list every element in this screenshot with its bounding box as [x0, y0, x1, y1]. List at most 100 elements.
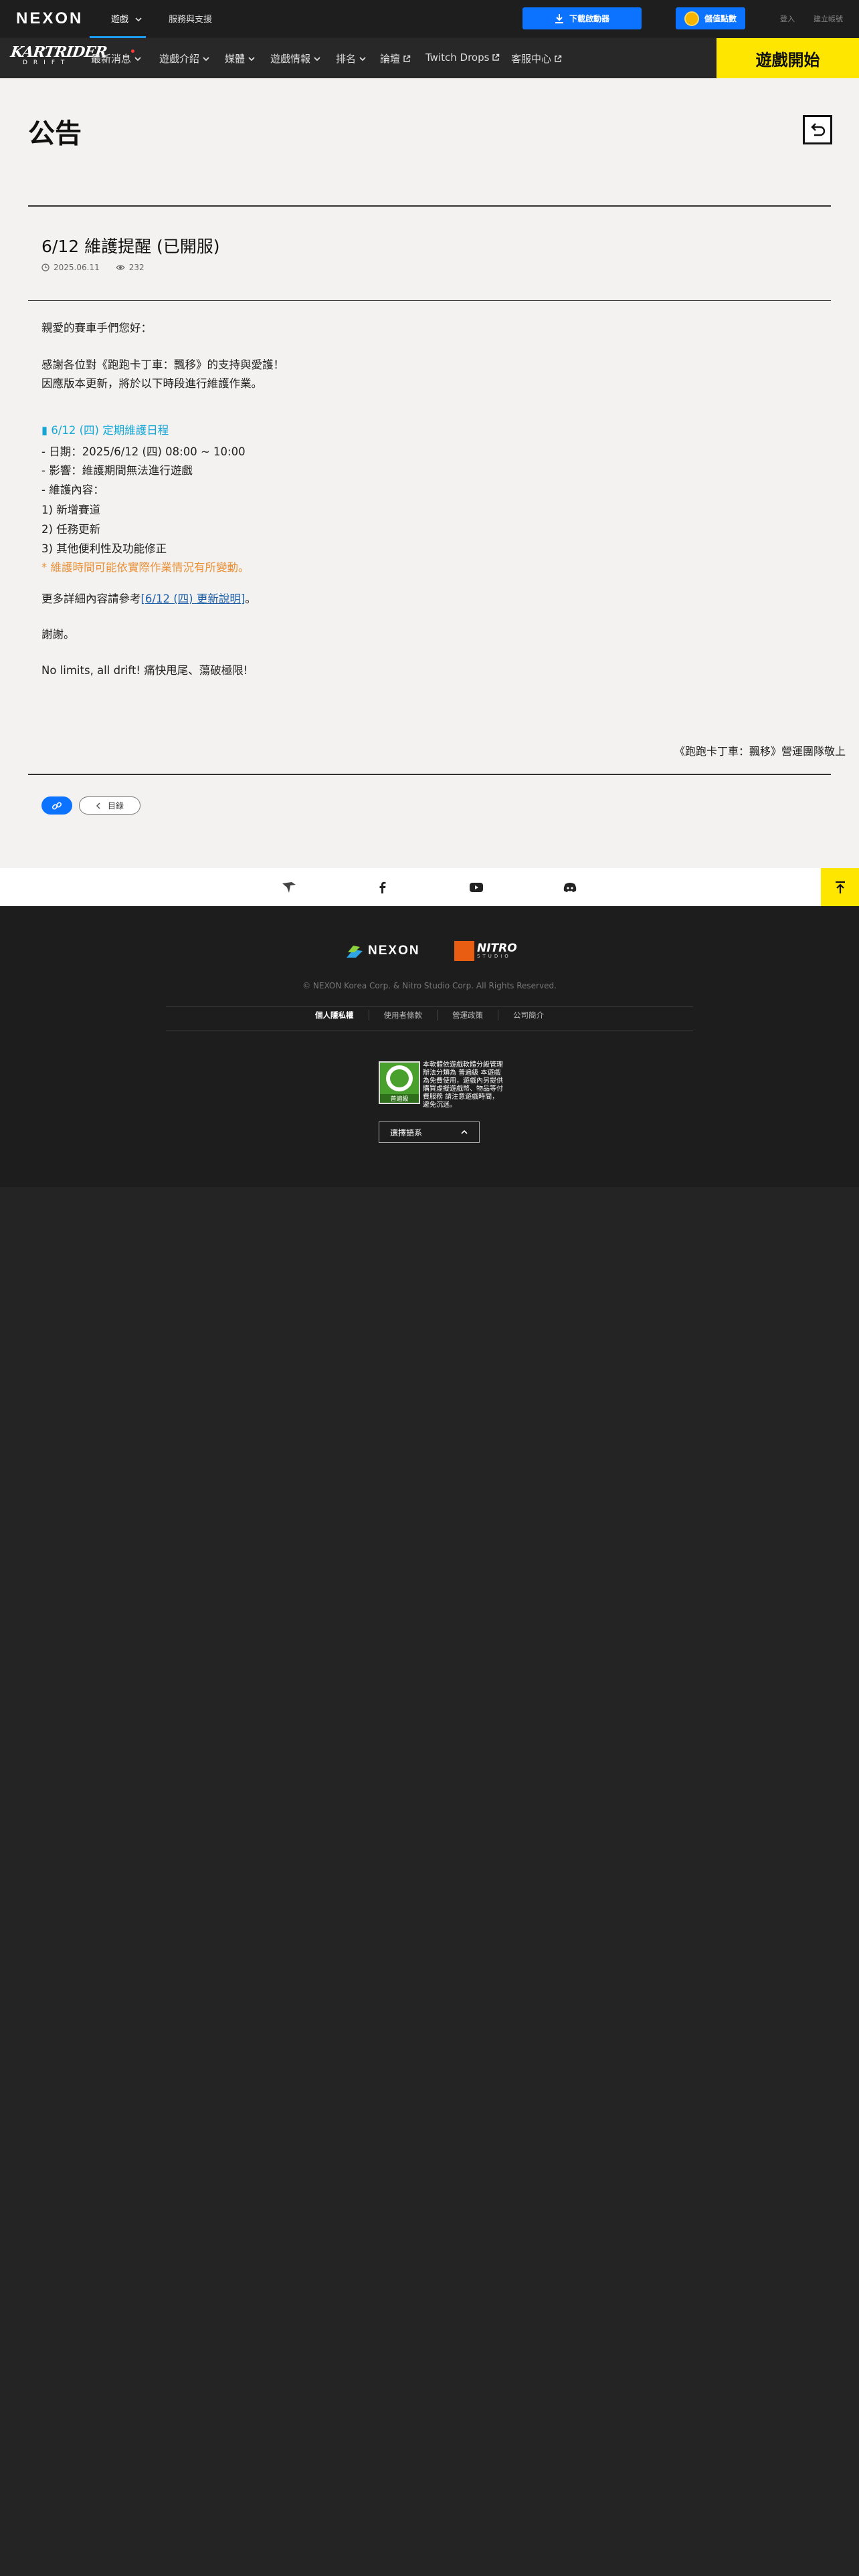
body-line-suffix: 。: [245, 593, 256, 605]
post-title: 6/12 維護提醒 (已開服): [41, 237, 220, 256]
eye-icon: [115, 265, 125, 270]
nav-item-customer-service[interactable]: 客服中心: [511, 51, 562, 66]
top-nav-games[interactable]: 遊戲: [111, 12, 142, 25]
footer-link-terms[interactable]: 使用者條款: [368, 1010, 438, 1021]
external-link-icon: [492, 53, 500, 61]
nav-item-game-intro[interactable]: 遊戲介紹: [159, 51, 210, 66]
top-nav-games-label: 遊戲: [111, 15, 129, 25]
chevron-down-icon: [135, 17, 142, 22]
chevron-down-icon: [203, 56, 209, 61]
body-line: 感謝各位對《跑跑卡丁車：飄移》的支持與愛護！: [41, 358, 284, 371]
nav-item-news[interactable]: 最新消息: [91, 51, 142, 66]
nav-item-twitch-drops[interactable]: Twitch Drops: [425, 51, 500, 64]
update-notes-link[interactable]: [6/12 (四) 更新說明]: [141, 593, 246, 605]
return-arrow-icon: [811, 123, 826, 136]
start-game-button[interactable]: 遊戲開始: [717, 38, 859, 78]
nav-item-game-info[interactable]: 遊戲情報: [270, 51, 321, 66]
post-date: 2025.06.11: [54, 263, 100, 272]
nav-item-news-label: 最新消息: [91, 53, 132, 65]
nitro-logo-sub: STUDIO: [477, 954, 511, 959]
page-title: 公告: [28, 118, 82, 149]
body-line: 因應版本更新，將於以下時段進行維護作業。: [41, 377, 262, 390]
game-rating: 普遍級 本軟體依遊戲軟體分級管理辦法分類為 普遍級 本遊戲為免費使用，遊戲內另提…: [379, 1061, 504, 1109]
language-select-label: 選擇語系: [390, 1128, 423, 1138]
copyright: © NEXON Korea Corp. & Nitro Studio Corp.…: [302, 981, 557, 990]
new-badge-dot: [131, 49, 134, 53]
top-nav-support[interactable]: 服務與支援: [169, 12, 212, 25]
nexon-footer-logo[interactable]: NEXON: [345, 943, 420, 959]
nav-item-ranking-label: 排名: [336, 53, 357, 65]
kartrider-drift-logo[interactable]: KARTRIDER DRIFT: [9, 43, 108, 73]
nav-item-twitch-drops-label: Twitch Drops: [425, 51, 490, 64]
facebook-icon[interactable]: [375, 879, 391, 895]
footer-link-privacy[interactable]: 個人隱私權: [300, 1010, 369, 1021]
rating-ring: [386, 1065, 413, 1091]
nitro-studio-logo[interactable]: NITRO STUDIO: [454, 941, 517, 961]
body-line: 3) 其他便利性及功能修正: [41, 542, 167, 555]
body-line: 更多詳細內容請參考[6/12 (四) 更新說明]。: [41, 590, 256, 606]
list-button[interactable]: 目錄: [79, 796, 140, 815]
download-icon: [555, 13, 563, 23]
rating-description: 本軟體依遊戲軟體分級管理辦法分類為 普遍級 本遊戲為免費使用，遊戲內另提供購買虛…: [423, 1061, 503, 1109]
divider: [28, 300, 831, 301]
kartrider-drift-icon[interactable]: [281, 879, 297, 895]
download-launcher-label: 下載啟動器: [569, 14, 609, 23]
nexon-footer-logo-text: NEXON: [368, 944, 420, 958]
download-launcher-button[interactable]: 下載啟動器: [522, 7, 642, 29]
nav-item-ranking[interactable]: 排名: [336, 51, 367, 66]
nav-item-game-info-label: 遊戲情報: [270, 53, 311, 65]
nav-item-forum[interactable]: 論壇: [380, 51, 411, 66]
back-to-list-button[interactable]: [803, 115, 832, 144]
nav-item-customer-service-label: 客服中心: [511, 53, 552, 65]
create-account-link[interactable]: 建立帳號: [814, 13, 843, 24]
chevron-down-icon: [134, 56, 141, 61]
login-link[interactable]: 登入: [780, 13, 795, 24]
arrow-up-icon: [835, 881, 845, 893]
footer-link-operation-policy[interactable]: 營運政策: [437, 1010, 498, 1021]
footer-links: 個人隱私權 使用者條款 營運政策 公司簡介: [166, 1008, 693, 1022]
kartrider-logo-text: KARTRIDER: [9, 43, 108, 61]
rating-badge-icon: 普遍級: [379, 1061, 420, 1104]
nexon-mark-icon: [347, 946, 363, 958]
external-link-icon: [555, 55, 562, 62]
chevron-down-icon: [248, 56, 255, 61]
rating-label: 普遍級: [380, 1094, 419, 1103]
chevron-up-icon: [461, 1130, 468, 1134]
body-line-prefix: 更多詳細內容請參考: [41, 593, 141, 605]
nav-item-game-intro-label: 遊戲介紹: [159, 53, 200, 65]
language-select[interactable]: 選擇語系: [379, 1121, 480, 1143]
body-line: - 日期：2025/6/12 (四) 08:00 ~ 10:00: [41, 445, 246, 458]
chevron-down-icon: [314, 56, 320, 61]
footer-divider: [166, 1006, 693, 1007]
footer-link-company[interactable]: 公司簡介: [498, 1010, 559, 1021]
nitro-logo-text: NITRO: [477, 942, 517, 955]
post-views: 232: [128, 263, 145, 272]
body-line: - 維護內容：: [41, 484, 104, 496]
schedule-heading: ▮ 6/12 (四) 定期維護日程: [41, 424, 169, 437]
coin-icon: [684, 11, 699, 26]
nitro-mark-icon: [454, 941, 474, 961]
announcement-content: 公告 6/12 維護提醒 (已開服) 2025.06.11 232 親愛的賽車手…: [0, 78, 859, 868]
maintenance-note: * 維護時間可能依實際作業情況有所變動。: [41, 561, 250, 574]
body-line: No limits, all drift! 痛快甩尾、蕩破極限!: [41, 664, 248, 677]
divider: [28, 205, 831, 207]
nav-item-media[interactable]: 媒體: [225, 51, 256, 66]
copy-link-button[interactable]: [41, 796, 72, 815]
top-bar: NEXON 遊戲 服務與支援 下載啟動器 儲值點數 登入 建立帳號: [0, 0, 859, 38]
nav-item-forum-label: 論壇: [380, 53, 401, 65]
body-line: 親愛的賽車手們您好：: [41, 322, 152, 334]
nexon-logo[interactable]: NEXON: [16, 9, 83, 28]
body-line: 謝謝。: [41, 628, 75, 641]
clock-icon: [41, 263, 50, 272]
footer: NEXON NITRO STUDIO © NEXON Korea Corp. &…: [0, 906, 859, 1187]
chevron-left-icon: [96, 802, 100, 809]
scroll-to-top-button[interactable]: [821, 868, 859, 906]
discord-icon[interactable]: [562, 879, 578, 895]
link-icon: [52, 801, 62, 810]
top-up-points-label: 儲值點數: [704, 14, 737, 23]
top-up-points-button[interactable]: 儲值點數: [676, 7, 745, 29]
youtube-icon[interactable]: [468, 879, 484, 895]
external-link-icon: [403, 55, 411, 62]
divider: [28, 774, 831, 775]
body-line: - 影響：維護期間無法進行遊戲: [41, 464, 193, 477]
